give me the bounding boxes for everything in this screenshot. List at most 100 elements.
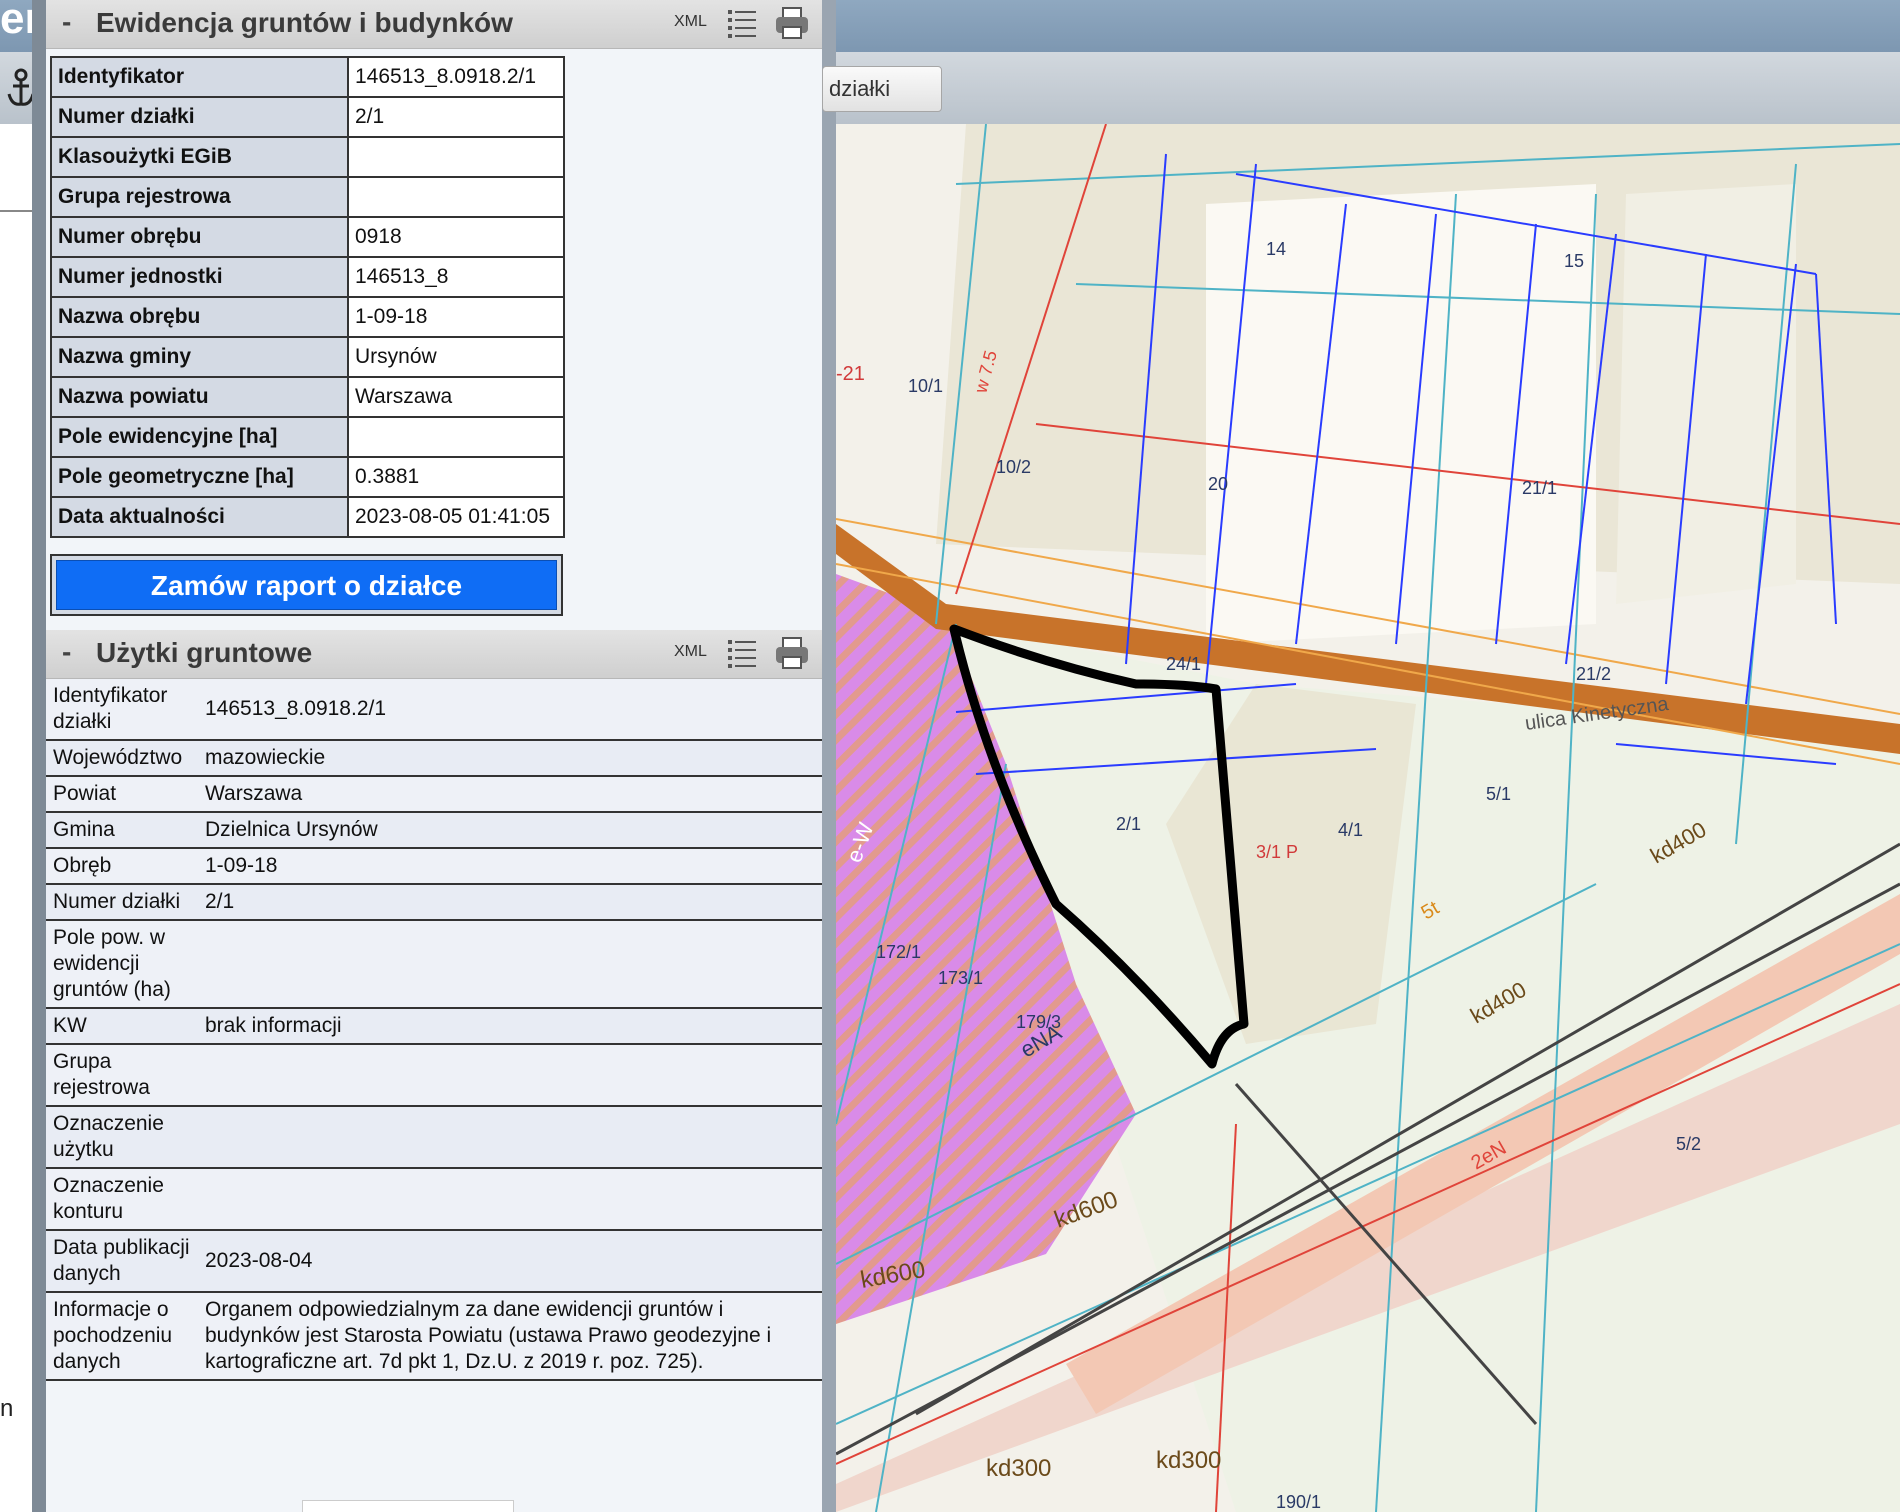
uzytki-row-label: Pole pow. w ewidencji gruntów (ha) xyxy=(46,920,199,1009)
uzytki-row: Województwo mazowieckie xyxy=(46,740,822,777)
egib-row-label: Numer jednostki xyxy=(50,256,349,298)
map-label: -21 xyxy=(836,363,865,385)
egib-header[interactable]: - Ewidencja gruntów i budynków XML xyxy=(46,0,822,49)
egib-row-value xyxy=(347,416,565,458)
egib-title: Ewidencja gruntów i budynków xyxy=(96,7,513,38)
egib-row-label: Data aktualności xyxy=(50,496,349,538)
map-label: kd300 xyxy=(1156,1447,1221,1474)
uzytki-row: Oznaczenie użytku xyxy=(46,1106,822,1169)
map-label: 5/1 xyxy=(1486,784,1511,804)
egib-row-value: 0.3881 xyxy=(347,456,565,498)
uzytki-row: Data publikacji danych 2023-08-04 xyxy=(46,1230,822,1293)
uzytki-row-value: 2023-08-04 xyxy=(199,1230,822,1293)
uzytki-row-value: 2/1 xyxy=(199,884,822,921)
map-label: 5/2 xyxy=(1676,1134,1701,1154)
egib-row: Pole ewidencyjne [ha] xyxy=(50,416,565,458)
uzytki-row: Informacje o pochodzeniu danych Organem o… xyxy=(46,1292,822,1381)
uzytki-row-value: Dzielnica Ursynów xyxy=(199,812,822,849)
map-label: kd300 xyxy=(986,1455,1051,1482)
egib-row: Grupa rejestrowa xyxy=(50,176,565,218)
egib-row: Numer działki 2/1 xyxy=(50,96,565,138)
uzytki-row-label: KW xyxy=(46,1008,199,1045)
egib-row-label: Nazwa gminy xyxy=(50,336,349,378)
map-label: 190/1 xyxy=(1276,1492,1321,1512)
uzytki-table: Identyfikator działki 146513_8.0918.2/1 Wo… xyxy=(46,679,822,1381)
egib-row-label: Pole ewidencyjne [ha] xyxy=(50,416,349,458)
map-label: 20 xyxy=(1208,474,1228,494)
uzytki-row-label: Oznaczenie użytku xyxy=(46,1106,199,1169)
uzytki-row-value: mazowieckie xyxy=(199,740,822,777)
uzytki-row-value xyxy=(199,1106,822,1169)
map-label: 21/1 xyxy=(1522,478,1557,498)
uzytki-row-label: Gmina xyxy=(46,812,199,849)
uzytki-row-value: 1-09-18 xyxy=(199,848,822,885)
egib-row-label: Nazwa powiatu xyxy=(50,376,349,418)
map-label: 2/1 xyxy=(1116,814,1141,834)
info-panel: - Ewidencja gruntów i budynków XML Ident… xyxy=(46,0,836,1512)
uzytki-title: Użytki gruntowe xyxy=(96,637,313,668)
uzytki-row: Identyfikator działki 146513_8.0918.2/1 xyxy=(46,679,822,741)
egib-row: Pole geometryczne [ha] 0.3881 xyxy=(50,456,565,498)
map-label: 10/1 xyxy=(908,376,943,396)
egib-row: Numer obrębu 0918 xyxy=(50,216,565,258)
collapse-toggle[interactable]: - xyxy=(62,636,71,668)
left-divider xyxy=(0,210,34,212)
uzytki-header[interactable]: - Użytki gruntowe XML xyxy=(46,630,822,679)
egib-table: Identyfikator 146513_8.0918.2/1 Numer dzia… xyxy=(50,56,565,538)
egib-row-value xyxy=(347,176,565,218)
map-label: 4/1 xyxy=(1338,820,1363,840)
parcel-button[interactable]: działki xyxy=(822,66,942,112)
uzytki-row: Oznaczenie konturu xyxy=(46,1168,822,1231)
uzytki-row-value xyxy=(199,920,822,1009)
map-view[interactable]: 14 15 10/1 10/2 20 21/1 21/2 24/1 2/1 4/… xyxy=(836,124,1900,1512)
uzytki-row-label: Numer działki xyxy=(46,884,199,921)
list-icon[interactable] xyxy=(726,7,758,39)
left-strip-text: n xyxy=(0,1395,14,1422)
map-label: 173/1 xyxy=(938,968,983,988)
egib-row: Identyfikator 146513_8.0918.2/1 xyxy=(50,56,565,98)
xml-export-button[interactable]: XML xyxy=(674,643,707,661)
uzytki-row-value xyxy=(199,1168,822,1231)
map-label: 24/1 xyxy=(1166,654,1201,674)
uzytki-row-label: Województwo xyxy=(46,740,199,777)
panel-bottom-control[interactable] xyxy=(302,1500,514,1512)
egib-row: Nazwa obrębu 1-09-18 xyxy=(50,296,565,338)
uzytki-row: Powiat Warszawa xyxy=(46,776,822,813)
uzytki-row-label: Grupa rejestrowa xyxy=(46,1044,199,1107)
uzytki-row: KW brak informacji xyxy=(46,1008,822,1045)
xml-export-button[interactable]: XML xyxy=(674,13,707,31)
egib-row-label: Grupa rejestrowa xyxy=(50,176,349,218)
map-canvas[interactable]: 14 15 10/1 10/2 20 21/1 21/2 24/1 2/1 4/… xyxy=(836,124,1900,1512)
egib-row-label: Numer obrębu xyxy=(50,216,349,258)
egib-row-value: 2/1 xyxy=(347,96,565,138)
panel-shadow xyxy=(32,0,46,1512)
egib-row-value: 2023-08-05 01:41:05 xyxy=(347,496,565,538)
map-label: 14 xyxy=(1266,239,1286,259)
print-icon[interactable] xyxy=(774,5,810,41)
uzytki-row-value: Organem odpowiedzialnym za dane ewidencj… xyxy=(199,1292,822,1381)
list-icon[interactable] xyxy=(726,637,758,669)
egib-row-label: Pole geometryczne [ha] xyxy=(50,456,349,498)
uzytki-row: Obręb 1-09-18 xyxy=(46,848,822,885)
egib-row-label: Identyfikator xyxy=(50,56,349,98)
uzytki-row-label: Powiat xyxy=(46,776,199,813)
uzytki-row: Gmina Dzielnica Ursynów xyxy=(46,812,822,849)
uzytki-row-value xyxy=(199,1044,822,1107)
egib-row: Nazwa powiatu Warszawa xyxy=(50,376,565,418)
uzytki-row-label: Identyfikator działki xyxy=(46,679,199,741)
uzytki-row: Grupa rejestrowa xyxy=(46,1044,822,1107)
left-strip xyxy=(0,124,34,1512)
order-report-button[interactable]: Zamów raport o działce xyxy=(56,560,557,610)
egib-row: Data aktualności 2023-08-05 01:41:05 xyxy=(50,496,565,538)
collapse-toggle[interactable]: - xyxy=(62,6,71,38)
map-label: 21/2 xyxy=(1576,664,1611,684)
egib-row: Numer jednostki 146513_8 xyxy=(50,256,565,298)
uzytki-row: Numer działki 2/1 xyxy=(46,884,822,921)
print-icon[interactable] xyxy=(774,635,810,671)
egib-row-value: 0918 xyxy=(347,216,565,258)
uzytki-row-label: Informacje o pochodzeniu danych xyxy=(46,1292,199,1381)
uzytki-row-label: Oznaczenie konturu xyxy=(46,1168,199,1231)
map-label: 10/2 xyxy=(996,457,1031,477)
egib-row-label: Klasoużytki EGiB xyxy=(50,136,349,178)
egib-row-value: Warszawa xyxy=(347,376,565,418)
